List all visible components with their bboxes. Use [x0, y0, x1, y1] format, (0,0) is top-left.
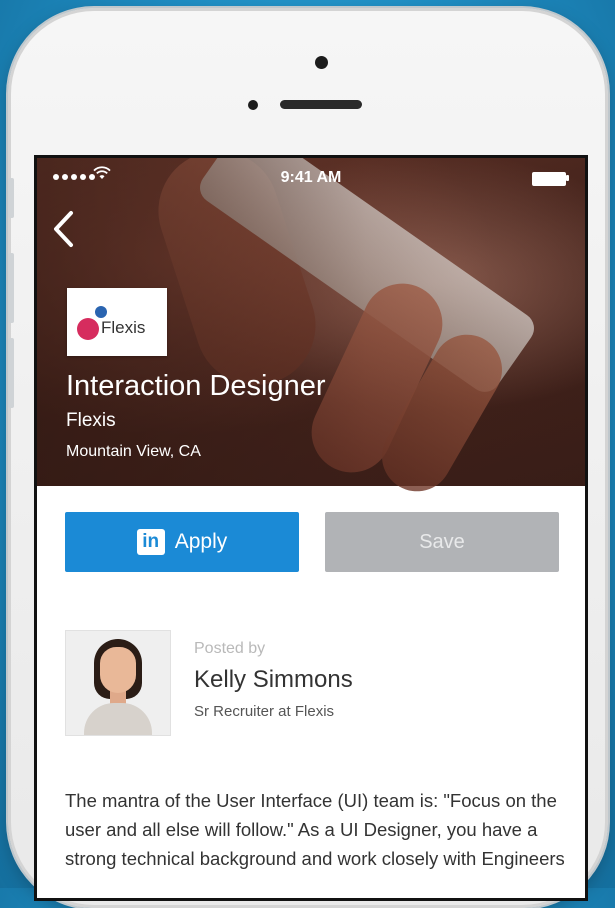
job-title: Interaction Designer	[66, 370, 326, 402]
company-name[interactable]: Flexis	[66, 410, 116, 432]
apply-label: Apply	[174, 530, 228, 553]
poster-name[interactable]: Kelly Simmons	[194, 666, 353, 694]
logo-text: Flexis	[101, 318, 146, 337]
logo-mark-icon	[77, 318, 99, 340]
proximity-sensor	[248, 100, 258, 110]
posted-by-label: Posted by	[194, 640, 266, 657]
poster-role: Sr Recruiter at Flexis	[194, 703, 335, 720]
job-description: The mantra of the User Interface (UI) te…	[65, 790, 565, 869]
company-logo: Flexis	[67, 288, 167, 356]
linkedin-icon: in	[136, 529, 165, 555]
back-chevron-icon[interactable]	[51, 210, 91, 250]
poster-avatar[interactable]	[65, 630, 171, 736]
phone-screen: 9:41 AM Flexis Interaction Designer Flex…	[37, 158, 585, 898]
volume-up-button	[8, 253, 14, 323]
battery-icon	[532, 172, 566, 186]
status-bar: 9:41 AM	[37, 158, 585, 198]
volume-down-button	[8, 338, 14, 408]
job-location: Mountain View, CA	[66, 443, 201, 460]
status-time: 9:41 AM	[280, 169, 342, 186]
earpiece-speaker	[280, 100, 362, 109]
save-button[interactable]: Save	[325, 512, 559, 572]
front-camera	[315, 56, 328, 69]
battery-tip	[566, 175, 569, 181]
mute-switch	[8, 178, 14, 218]
apply-button[interactable]: in Apply	[65, 512, 299, 572]
